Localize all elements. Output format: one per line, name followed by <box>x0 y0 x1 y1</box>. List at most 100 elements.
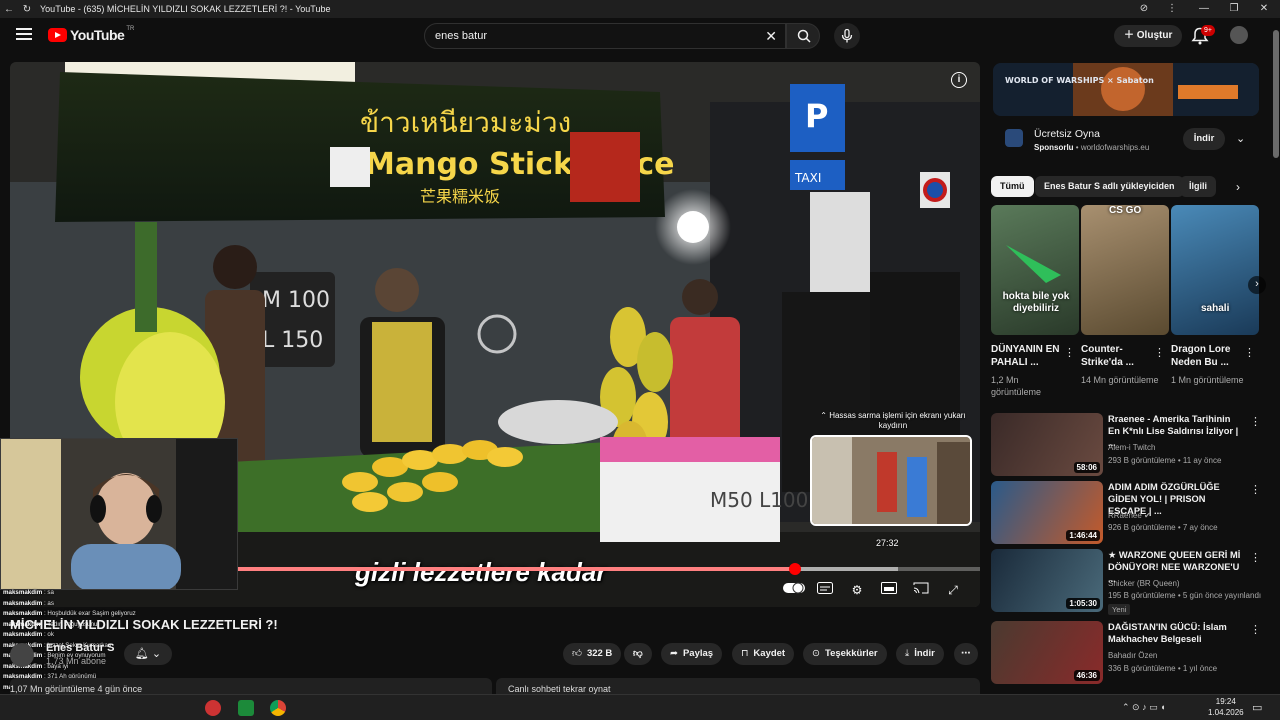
short-thumb-art <box>1006 245 1061 283</box>
short-more-icon[interactable]: ⋮ <box>1064 346 1075 359</box>
recommended-more-icon[interactable]: ⋮ <box>1250 551 1261 564</box>
short-title[interactable]: Dragon Lore Neden Bu ... <box>1171 343 1241 369</box>
chat-message: maksmakdim : sa <box>3 588 233 599</box>
video-title: MİCHELİN YILDIZLI SOKAK LEZZETLERİ ?! <box>10 617 278 632</box>
short-overlay-text: sahali <box>1201 303 1230 314</box>
share-button[interactable]: ➦ Paylaş <box>661 643 723 665</box>
recommended-meta: 195 B görüntüleme • 5 gün önce yayınland… <box>1108 591 1262 600</box>
recommended-channel[interactable]: Bahadır Özen <box>1108 651 1157 660</box>
streamer-webcam <box>0 438 238 590</box>
miniplayer-icon[interactable] <box>880 581 898 599</box>
svg-text:TAXI: TAXI <box>794 171 821 185</box>
thumbs-up-icon: 👍︎ <box>572 648 582 659</box>
search-button[interactable] <box>786 23 820 49</box>
recommended-channel[interactable]: Snicker (BR Queen) <box>1108 579 1180 588</box>
recommended-thumbnail[interactable]: 1:46:44 <box>991 481 1103 544</box>
autoplay-icon <box>783 582 805 594</box>
video-duration: 1:46:44 <box>1066 530 1100 541</box>
subtitles-icon[interactable] <box>816 581 834 599</box>
recommended-thumbnail[interactable]: 58:06 <box>991 413 1103 476</box>
ad-expand-icon[interactable]: ⌄ <box>1236 132 1245 145</box>
autoplay-toggle[interactable] <box>783 581 805 599</box>
save-button[interactable]: ⊓ Kaydet <box>732 643 795 665</box>
download-button[interactable]: ⤓ İndir <box>896 643 944 665</box>
tray-icons[interactable]: ⌃ ⊙ ♪ ▭ ◖ <box>1122 702 1166 713</box>
app-icon[interactable] <box>238 700 254 716</box>
os-taskbar: ⌃ ⊙ ♪ ▭ ◖ 19:24 1.04.2026 ▭ <box>0 694 1280 720</box>
reload-icon[interactable]: ↻ <box>18 4 36 15</box>
recommended-title[interactable]: DAĞISTAN'IN GÜCÜ: İslam Makhachev Belges… <box>1108 621 1243 645</box>
short-more-icon[interactable]: ⋮ <box>1154 346 1165 359</box>
cast-icon[interactable] <box>912 581 930 599</box>
ad-title[interactable]: Ücretsiz Oyna <box>1034 128 1100 140</box>
more-actions-button[interactable]: ⋯ <box>954 643 978 665</box>
ad-download-button[interactable]: İndir <box>1183 128 1225 150</box>
channel-avatar[interactable] <box>10 643 34 667</box>
channel-name[interactable]: Enes Batur S <box>46 642 114 654</box>
recommended-channel[interactable]: Alem-i Twitch <box>1108 443 1155 452</box>
share-icon: ➦ <box>670 648 678 659</box>
chat-message: maksmakdim : Benim ev oynuyorum <box>3 651 233 662</box>
seek-hint: ⌃ Hassas sarma işlemi için ekranı yukarı… <box>820 411 966 430</box>
recommended-channel[interactable]: RRaenee ✔ <box>1108 511 1151 520</box>
clock-time: 19:24 <box>1215 697 1236 706</box>
recommended-thumbnail[interactable]: 1:05:30 <box>991 549 1103 612</box>
chip-from-uploader[interactable]: Enes Batur S adlı yükleyiciden <box>1035 176 1184 197</box>
youtube-logo[interactable]: YouTube TR <box>48 26 134 43</box>
progress-bar[interactable] <box>238 563 980 575</box>
account-avatar[interactable] <box>1230 26 1248 44</box>
chips-next-icon[interactable]: › <box>1236 180 1240 194</box>
chat-message: maksmakdim : as <box>3 599 233 610</box>
minimize-icon[interactable]: — <box>1188 0 1220 18</box>
chat-username: maksmakdim <box>3 589 43 596</box>
chip-all[interactable]: Tümü <box>991 176 1034 197</box>
voice-search-button[interactable] <box>834 23 860 49</box>
short-thumbnail[interactable]: CS GO <box>1081 205 1169 335</box>
recommended-more-icon[interactable]: ⋮ <box>1250 483 1261 496</box>
chip-related[interactable]: İlgili <box>1180 176 1216 197</box>
chat-text: : Hoşbuldük exar Saşim geliyoruz <box>42 610 136 617</box>
search-box: ✕ <box>424 23 786 49</box>
like-count: 322 B <box>586 648 613 659</box>
recommended-meta: 926 B görüntüleme • 7 ay önce <box>1108 523 1218 532</box>
clock[interactable]: 19:24 1.04.2026 <box>1208 696 1244 718</box>
dislike-button[interactable]: 👎︎ <box>624 643 652 665</box>
chrome-icon[interactable] <box>270 700 286 716</box>
recommended-thumbnail[interactable]: 46:36 <box>991 621 1103 684</box>
ad-banner[interactable]: WORLD OF WARSHIPS × Sabaton <box>993 63 1259 116</box>
back-icon[interactable]: ← <box>0 4 18 15</box>
like-button[interactable]: 👍︎ 322 B <box>563 643 622 665</box>
subscribed-bell-button[interactable]: 🔔︎ ⌄ <box>124 643 172 665</box>
fullscreen-icon[interactable]: ⤢ <box>944 581 962 599</box>
browser-menu-icon[interactable]: ⋮ <box>1156 0 1188 18</box>
recommended-more-icon[interactable]: ⋮ <box>1250 623 1261 636</box>
short-thumbnail[interactable]: sahali <box>1171 205 1259 335</box>
app-icon[interactable] <box>205 700 221 716</box>
shorts-next-icon[interactable]: › <box>1248 276 1266 294</box>
chat-text: : ok <box>42 631 54 638</box>
caption-text: gizli lezzetlere kadar <box>355 557 607 587</box>
notification-center-icon[interactable]: ▭ <box>1252 701 1262 714</box>
recommended-more-icon[interactable]: ⋮ <box>1250 415 1261 428</box>
sign-chinese-text: 芒果糯米饭 <box>420 187 500 206</box>
clear-search-icon[interactable]: ✕ <box>765 28 777 45</box>
tab-title[interactable]: YouTube - (635) MİCHELİN YILDIZLI SOKAK … <box>40 4 330 14</box>
search-input[interactable] <box>425 24 745 48</box>
short-title[interactable]: Counter-Strike'da ... <box>1081 343 1151 369</box>
svg-text:M50 L100: M50 L100 <box>710 488 808 512</box>
settings-icon[interactable]: ⚙ <box>848 581 866 599</box>
clock-date: 1.04.2026 <box>1208 708 1244 717</box>
restore-icon[interactable]: ❐ <box>1218 0 1250 18</box>
create-button[interactable]: ＋ Oluştur <box>1114 25 1183 47</box>
info-icon[interactable]: i <box>951 72 967 88</box>
menu-icon[interactable] <box>16 28 32 40</box>
thanks-button[interactable]: ⊙ Teşekkürler <box>803 643 887 665</box>
scrubber-handle[interactable] <box>788 563 801 575</box>
short-more-icon[interactable]: ⋮ <box>1244 346 1255 359</box>
close-window-icon[interactable]: ✕ <box>1248 0 1280 18</box>
short-thumbnail[interactable]: hokta bile yok diyebiliriz <box>991 205 1079 335</box>
short-title[interactable]: DÜNYANIN EN PAHALI ... <box>991 343 1061 369</box>
scrollbar-thumb[interactable] <box>1273 30 1279 158</box>
seek-preview-time: 27:32 <box>876 538 899 548</box>
chat-text: : as <box>42 599 54 607</box>
